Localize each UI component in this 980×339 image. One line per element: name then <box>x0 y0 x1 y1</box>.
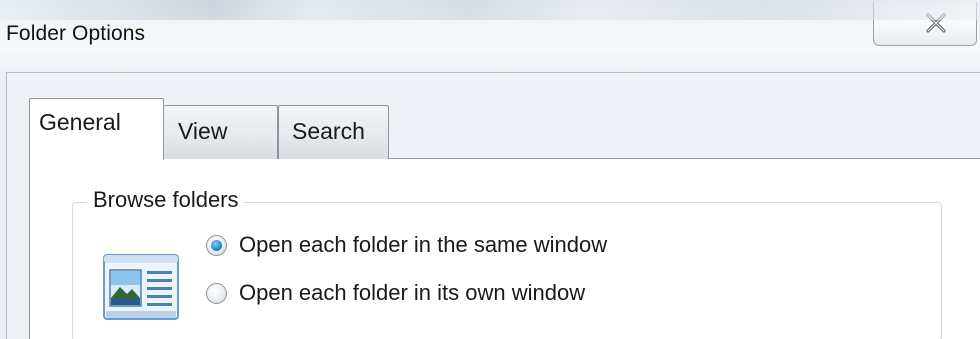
radio-button-checked[interactable] <box>206 234 227 256</box>
title-bar[interactable]: Folder Options <box>0 0 980 72</box>
browse-folders-label: Browse folders <box>87 187 244 213</box>
tab-search-label: Search <box>292 118 365 144</box>
general-tab-page: Browse folders Open each folder in the s… <box>29 158 980 339</box>
tab-general[interactable]: General <box>29 98 164 160</box>
radio-same-window-label: Open each folder in the same window <box>239 232 608 257</box>
radio-own-window[interactable]: Open each folder in its own window <box>206 277 585 309</box>
window-title: Folder Options <box>6 22 146 45</box>
radio-button-unchecked[interactable] <box>206 282 227 304</box>
radio-same-window[interactable]: Open each folder in the same window <box>206 229 607 261</box>
browse-folders-group: Browse folders Open each folder in the s… <box>72 187 942 339</box>
radio-own-window-label: Open each folder in its own window <box>239 280 586 305</box>
folder-window-icon <box>103 254 179 320</box>
close-icon <box>926 13 946 33</box>
tab-view[interactable]: View <box>164 105 278 159</box>
dialog-body: General View Search Browse folders Open … <box>6 72 980 339</box>
tab-view-label: View <box>178 118 228 144</box>
close-button[interactable] <box>873 2 977 46</box>
tab-search[interactable]: Search <box>278 105 389 159</box>
tab-general-label: General <box>39 109 121 135</box>
